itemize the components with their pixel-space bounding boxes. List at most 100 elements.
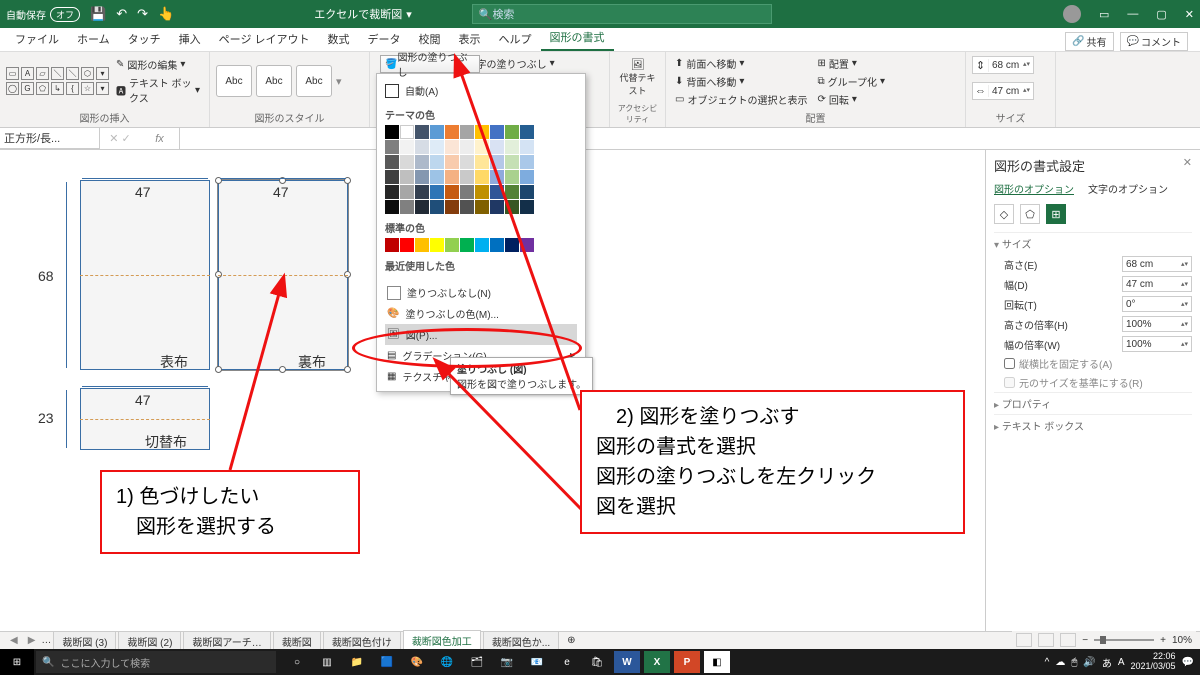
- fill-auto[interactable]: 自動(A): [385, 80, 577, 101]
- size-props-icon[interactable]: ⊞: [1046, 204, 1066, 224]
- send-backward-button[interactable]: ⬇ 背面へ移動 ▾: [672, 73, 810, 90]
- name-box[interactable]: 正方形/長...: [0, 128, 100, 149]
- scale-w-input[interactable]: 100%▴▾: [1122, 336, 1192, 352]
- maximize-icon[interactable]: ▢: [1156, 8, 1166, 21]
- tab-shape-format[interactable]: 図形の書式: [541, 25, 614, 51]
- group-button[interactable]: ⧉ グループ化 ▾: [814, 73, 888, 90]
- pane-tab-text[interactable]: 文字のオプション: [1088, 181, 1168, 196]
- tray-icon[interactable]: 🖱: [1071, 657, 1077, 668]
- tab-touch[interactable]: タッチ: [119, 27, 170, 51]
- scale-h-input[interactable]: 100%▴▾: [1122, 316, 1192, 332]
- section-properties[interactable]: プロパティ: [994, 392, 1192, 414]
- account-avatar[interactable]: [1063, 5, 1081, 23]
- explorer-icon[interactable]: 📁: [344, 651, 370, 673]
- tab-home[interactable]: ホーム: [68, 27, 119, 51]
- view-normal-icon[interactable]: [1016, 633, 1032, 647]
- rotate-button[interactable]: ⟳ 回転 ▾: [814, 91, 888, 108]
- app-icon[interactable]: 🌐: [434, 651, 460, 673]
- sheet-nav-prev[interactable]: ◀: [6, 635, 22, 646]
- shape-gallery[interactable]: ▭A▱＼＼⬡▾ ◯G⬠↳{☆▾: [6, 67, 109, 95]
- autosave-toggle[interactable]: 自動保存 オフ: [6, 7, 80, 22]
- app-icon[interactable]: 🛍: [584, 651, 610, 673]
- sheet-tab[interactable]: 裁断図: [273, 631, 321, 651]
- height-input[interactable]: 68 cm▴▾: [1122, 256, 1192, 272]
- edge-icon[interactable]: e: [554, 651, 580, 673]
- tab-help[interactable]: ヘルプ: [490, 27, 541, 51]
- shape-width-input[interactable]: ⇔47 cm▴▾: [972, 82, 1034, 100]
- sheet-nav-next[interactable]: ▶: [24, 635, 40, 646]
- tab-formula[interactable]: 数式: [319, 27, 359, 51]
- shape-height-input[interactable]: ⇕68 cm▴▾: [972, 56, 1034, 74]
- app-icon[interactable]: 🎨: [404, 651, 430, 673]
- save-icon[interactable]: 💾: [90, 6, 106, 22]
- sheet-tab[interactable]: 裁断図色か...: [483, 631, 559, 651]
- tab-data[interactable]: データ: [359, 27, 410, 51]
- tab-view[interactable]: 表示: [450, 27, 490, 51]
- shape-fill-button[interactable]: 🪣 図形の塗りつぶし: [380, 55, 480, 73]
- align-button[interactable]: ⊞ 配置 ▾: [814, 55, 888, 72]
- pane-close-icon[interactable]: ✕: [1183, 156, 1192, 169]
- taskbar-search[interactable]: 🔍ここに入力して検索: [36, 651, 276, 673]
- tray-chevron-icon[interactable]: ^: [1045, 657, 1050, 668]
- selection-pane-button[interactable]: ▭ オブジェクトの選択と表示: [672, 91, 810, 108]
- tray-ime-icon[interactable]: あ: [1102, 655, 1112, 670]
- comment-button[interactable]: 💬 コメント: [1120, 32, 1188, 51]
- more-fill-colors-item[interactable]: 🎨塗りつぶしの色(M)...: [385, 303, 577, 324]
- section-textbox[interactable]: テキスト ボックス: [994, 414, 1192, 436]
- no-fill-item[interactable]: 塗りつぶしなし(N): [385, 282, 577, 303]
- undo-icon[interactable]: ↶: [116, 6, 127, 22]
- cortana-icon[interactable]: ○: [284, 651, 310, 673]
- tab-file[interactable]: ファイル: [6, 27, 68, 51]
- tray-icon[interactable]: 🔊: [1083, 657, 1095, 668]
- search-box[interactable]: 🔍 検索: [472, 4, 772, 24]
- app-icon[interactable]: 📧: [524, 651, 550, 673]
- app-icon[interactable]: 🟦: [374, 651, 400, 673]
- add-sheet-button[interactable]: ⊕: [561, 635, 581, 646]
- effects-icon[interactable]: ⬠: [1020, 204, 1040, 224]
- ribbon-display-icon[interactable]: ▭: [1099, 8, 1109, 21]
- share-button[interactable]: 🔗 共有: [1065, 32, 1113, 51]
- minimize-icon[interactable]: —: [1127, 8, 1138, 20]
- width-input[interactable]: 47 cm▴▾: [1122, 276, 1192, 292]
- tray-icon[interactable]: ☁: [1055, 657, 1065, 668]
- sheet-tab-active[interactable]: 裁断図色加工: [403, 630, 481, 651]
- touch-icon[interactable]: 👆: [158, 6, 174, 22]
- tab-layout[interactable]: ページ レイアウト: [210, 27, 319, 51]
- bring-forward-button[interactable]: ⬆ 前面へ移動 ▾: [672, 55, 810, 72]
- tab-review[interactable]: 校閲: [410, 27, 450, 51]
- word-icon[interactable]: W: [614, 651, 640, 673]
- view-pagebreak-icon[interactable]: [1060, 633, 1076, 647]
- start-button[interactable]: ⊞: [0, 649, 34, 675]
- tab-insert[interactable]: 挿入: [170, 27, 210, 51]
- app-icon[interactable]: 🗂: [464, 651, 490, 673]
- sheet-tab[interactable]: 裁断図アーチ…: [183, 631, 270, 651]
- notifications-icon[interactable]: 💬: [1182, 657, 1194, 668]
- taskview-icon[interactable]: ▥: [314, 651, 340, 673]
- view-layout-icon[interactable]: [1038, 633, 1054, 647]
- alt-text-button[interactable]: 🖼代替テキスト: [616, 58, 659, 97]
- excel-icon[interactable]: X: [644, 651, 670, 673]
- zoom-value[interactable]: 10%: [1172, 635, 1192, 646]
- tray-icon[interactable]: A: [1118, 657, 1125, 668]
- sheet-tab[interactable]: 裁断図色付け: [323, 631, 401, 651]
- pane-tab-shape[interactable]: 図形のオプション: [994, 181, 1074, 196]
- zoom-out-button[interactable]: −: [1082, 635, 1088, 646]
- lock-aspect-checkbox[interactable]: [1004, 358, 1015, 369]
- zoom-in-button[interactable]: +: [1160, 635, 1166, 646]
- zoom-slider[interactable]: [1094, 639, 1154, 641]
- fill-line-icon[interactable]: ◇: [994, 204, 1014, 224]
- close-icon[interactable]: ✕: [1185, 8, 1194, 21]
- taskbar-clock[interactable]: 22:062021/03/05: [1131, 652, 1176, 672]
- shape-style-2[interactable]: Abc: [256, 65, 292, 97]
- sheet-tab[interactable]: 裁断図 (2): [118, 631, 181, 651]
- app-icon[interactable]: ◧: [704, 651, 730, 673]
- redo-icon[interactable]: ↷: [137, 6, 148, 22]
- rotation-input[interactable]: 0°▴▾: [1122, 296, 1192, 312]
- shape-style-1[interactable]: Abc: [216, 65, 252, 97]
- textbox-button[interactable]: 🅰 テキスト ボックス ▾: [113, 74, 203, 106]
- shape-style-3[interactable]: Abc: [296, 65, 332, 97]
- section-size[interactable]: サイズ: [994, 232, 1192, 254]
- powerpoint-icon[interactable]: P: [674, 651, 700, 673]
- edit-shape-button[interactable]: ✎ 図形の編集 ▾: [113, 56, 203, 73]
- sheet-tab[interactable]: 裁断図 (3): [53, 631, 116, 651]
